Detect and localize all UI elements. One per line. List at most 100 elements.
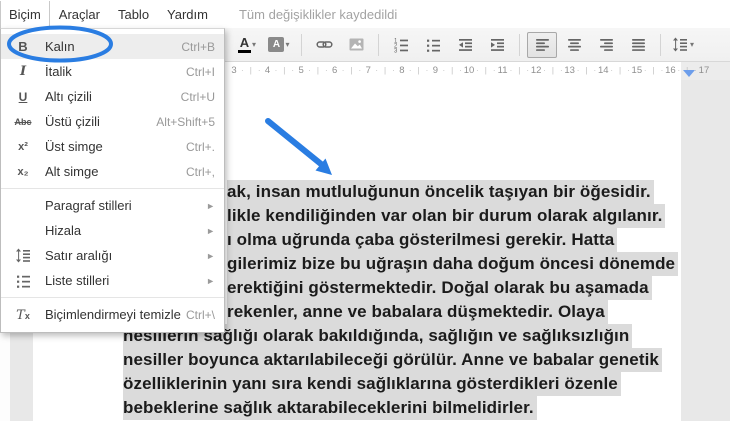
- ruler-tick: |: [652, 66, 655, 75]
- menu-item-strikethrough[interactable]: Abc Üstü çizili Alt+Shift+5: [1, 109, 224, 134]
- align-right-icon: [598, 36, 615, 53]
- insert-image-button[interactable]: [341, 32, 371, 58]
- numbered-list-button[interactable]: 123: [386, 32, 416, 58]
- bulleted-list-icon: [425, 36, 442, 53]
- increase-indent-button[interactable]: [482, 32, 512, 58]
- menubar-item-tools[interactable]: Araçlar: [50, 1, 109, 28]
- ruler-tick: |: [384, 66, 387, 75]
- ruler-tick: ·: [375, 66, 379, 75]
- selected-text-line[interactable]: rekenler, anne ve babalara düşmektedir. …: [227, 300, 608, 324]
- menu-item-shortcut: Ctrl+,: [185, 164, 215, 179]
- align-right-button[interactable]: [591, 32, 621, 58]
- ruler-number: 12: [530, 65, 542, 76]
- menu-item-label: Satır aralığı: [45, 248, 113, 263]
- ruler-number: 5: [298, 65, 304, 76]
- italic-icon: I: [19, 64, 27, 79]
- selected-text-line[interactable]: özelliklerinin yanı sıra kendi sağlıklar…: [123, 372, 621, 396]
- ruler-tick: |: [451, 66, 454, 75]
- ruler-tick: ·: [308, 66, 311, 75]
- selected-text-line[interactable]: erektiğini göstermektedir. Doğal olarak …: [227, 276, 652, 300]
- ruler-number: 9: [432, 65, 439, 76]
- menu-item-paragraph-styles[interactable]: Paragraf stilleri ►: [1, 193, 224, 218]
- insert-link-button[interactable]: [309, 32, 339, 58]
- decrease-indent-button[interactable]: [450, 32, 480, 58]
- menu-item-list-styles[interactable]: Liste stilleri ►: [1, 268, 224, 293]
- ruler-number: 6: [332, 65, 338, 76]
- align-left-button[interactable]: [527, 31, 557, 58]
- bold-icon: B: [18, 39, 28, 54]
- increase-indent-icon: [489, 36, 506, 53]
- align-center-button[interactable]: [559, 32, 589, 58]
- justify-icon: [630, 36, 647, 53]
- ruler-tick: ·: [492, 66, 496, 75]
- menu-item-underline[interactable]: U Altı çizili Ctrl+U: [1, 84, 224, 109]
- selected-text-line[interactable]: gilerimiz bize bu uğraşın daha doğum önc…: [227, 252, 679, 276]
- subscript-icon: x₂: [17, 165, 29, 178]
- selected-text-line[interactable]: likle kendiliğinden var olan bir durum o…: [227, 204, 666, 228]
- strikethrough-icon: Abc: [14, 116, 32, 127]
- line-spacing-icon: [1, 247, 45, 264]
- ruler-tick: |: [484, 66, 487, 75]
- menu-item-italic[interactable]: I İtalik Ctrl+I: [1, 59, 224, 84]
- toolbar-separator: [378, 33, 379, 56]
- ruler-tick: ·: [459, 66, 462, 75]
- menu-item-superscript[interactable]: x² Üst simge Ctrl+.: [1, 134, 224, 159]
- format-menu: B Kalın Ctrl+B I İtalik Ctrl+I U Altı çizili Ctr…: [0, 28, 225, 333]
- toolbar-separator: [301, 33, 302, 56]
- bulleted-list-button[interactable]: [418, 32, 448, 58]
- ruler-tick: |: [619, 66, 622, 75]
- menu-item-shortcut: Ctrl+B: [181, 39, 215, 54]
- justify-button[interactable]: [623, 32, 653, 58]
- ruler-number: 11: [497, 65, 508, 76]
- ruler-tick: |: [551, 66, 554, 75]
- line-spacing-icon: [672, 36, 689, 53]
- menu-item-line-spacing[interactable]: Satır aralığı ►: [1, 243, 224, 268]
- menu-item-shortcut: Ctrl+I: [185, 64, 215, 79]
- submenu-arrow-icon: ►: [206, 200, 215, 211]
- insert-link-icon: [315, 36, 333, 53]
- text-color-icon: A: [237, 36, 251, 53]
- ruler-tick: |: [417, 66, 420, 75]
- ruler-number: 16: [665, 65, 676, 76]
- dropdown-caret-icon: ▾: [689, 39, 694, 49]
- svg-text:3: 3: [394, 48, 398, 53]
- ruler-tick: ·: [324, 66, 328, 75]
- ruler-tick: ·: [241, 66, 244, 75]
- menubar-item-table[interactable]: Tablo: [109, 1, 158, 28]
- selected-text-line[interactable]: ak, insan mutluluğunun öncelik taşıyan b…: [227, 180, 654, 204]
- menu-item-label: Üstü çizili: [45, 114, 100, 129]
- insert-image-icon: [348, 36, 365, 53]
- menubar-item-format[interactable]: Biçim: [0, 0, 50, 28]
- superscript-icon: x²: [18, 140, 28, 153]
- menubar-item-help[interactable]: Yardım: [158, 1, 217, 28]
- highlight-color-button[interactable]: A ▾: [264, 32, 294, 58]
- line-spacing-button[interactable]: ▾: [668, 32, 698, 58]
- ruler-tick: |: [518, 66, 521, 75]
- ruler-number: 7: [365, 65, 371, 76]
- selected-text-line[interactable]: bebeklerine sağlık aktarabileceklerini b…: [123, 396, 537, 420]
- selected-text-line[interactable]: nesiller boyunca aktarılabileceği görülü…: [123, 348, 662, 372]
- menu-item-shortcut: Alt+Shift+5: [156, 114, 215, 129]
- submenu-arrow-icon: ►: [206, 250, 215, 261]
- menu-item-bold[interactable]: B Kalın Ctrl+B: [1, 34, 224, 59]
- text-color-button[interactable]: A ▾: [232, 32, 262, 58]
- selected-text-line[interactable]: ı olma uğrunda çaba gösterilmesi gerekir…: [227, 228, 618, 252]
- numbered-list-icon: 123: [393, 36, 410, 53]
- menu-item-align[interactable]: Hizala ►: [1, 218, 224, 243]
- ruler-tick: ·: [559, 66, 563, 75]
- ruler-tick: ·: [291, 66, 295, 75]
- ruler-number: 13: [564, 65, 575, 76]
- menu-item-subscript[interactable]: x₂ Alt simge Ctrl+,: [1, 159, 224, 184]
- ruler-tick: ·: [442, 66, 446, 75]
- dropdown-caret-icon: ▾: [251, 39, 256, 49]
- ruler-tick: |: [350, 66, 353, 75]
- dropdown-caret-icon: ▾: [285, 39, 290, 49]
- right-indent-marker[interactable]: [683, 70, 695, 77]
- submenu-arrow-icon: ►: [206, 225, 215, 236]
- ruler-tick: ·: [257, 66, 261, 75]
- menu-item-label: İtalik: [45, 64, 72, 79]
- ruler-tick: ·: [392, 66, 395, 75]
- menu-item-clear-formatting[interactable]: Tx Biçimlendirmeyi temizle Ctrl+\: [1, 302, 224, 327]
- ruler-tick: ·: [543, 66, 546, 75]
- highlight-color-icon: A: [268, 37, 285, 52]
